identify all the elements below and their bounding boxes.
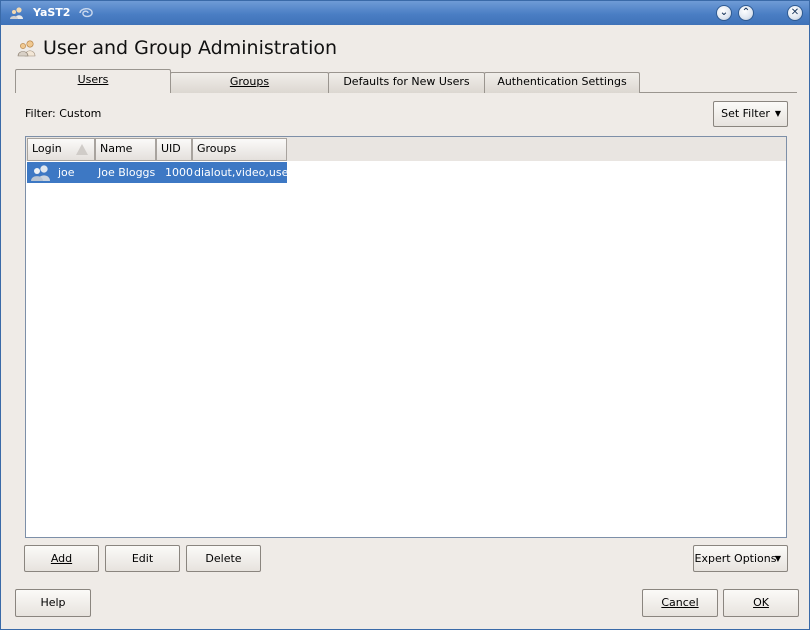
edit-label: Edit (131, 552, 154, 565)
help-label: Help (40, 596, 66, 609)
users-icon (31, 165, 50, 181)
cell-login: joe (58, 166, 75, 179)
close-button[interactable]: ✕ (787, 5, 803, 21)
add-label: Add (50, 552, 73, 565)
set-filter-label: Set Filter (721, 107, 770, 120)
tab-users[interactable]: Users (15, 69, 171, 93)
tab-defaults-for-new-users[interactable]: Defaults for New Users (328, 72, 485, 93)
edit-button[interactable]: Edit (105, 545, 180, 572)
dropdown-arrow-icon: ▼ (774, 554, 781, 563)
yast-app-icon (10, 7, 23, 19)
minimize-button[interactable]: ⌄ (716, 5, 732, 21)
cell-uid: 1000 (165, 166, 193, 179)
set-filter-button[interactable]: Set Filter ▼ (713, 101, 788, 127)
cancel-button[interactable]: Cancel (642, 589, 718, 617)
table-row[interactable]: joe Joe Bloggs 1000 dialout,video,users (27, 162, 299, 183)
column-groups-label: Groups (197, 142, 237, 155)
column-header-groups[interactable]: Groups (192, 138, 287, 161)
delete-button[interactable]: Delete (186, 545, 261, 572)
column-header-name[interactable]: Name (95, 138, 156, 161)
column-header-login[interactable]: Login (27, 138, 95, 161)
tab-groups[interactable]: Groups (170, 72, 329, 93)
dropdown-arrow-icon: ▼ (774, 109, 781, 118)
column-uid-label: UID (161, 142, 181, 155)
tab-users-label: Users (77, 73, 109, 86)
tab-authentication-settings[interactable]: Authentication Settings (484, 72, 640, 93)
yast-window: YaST2 ⌄ ⌃ ✕ User and Group Administratio… (0, 0, 810, 630)
tab-auth-label: Authentication Settings (497, 75, 627, 88)
column-header-uid[interactable]: UID (156, 138, 192, 161)
help-button[interactable]: Help (15, 589, 91, 617)
tab-defaults-label: Defaults for New Users (343, 75, 470, 88)
column-login-label: Login (32, 142, 62, 155)
add-button[interactable]: Add (24, 545, 99, 572)
expert-options-button[interactable]: Expert Options ▼ (693, 545, 788, 572)
ok-label: OK (753, 596, 769, 609)
cancel-label: Cancel (661, 596, 699, 609)
expert-options-label: Expert Options (694, 552, 777, 565)
maximize-button[interactable]: ⌃ (738, 5, 754, 21)
cell-name: Joe Bloggs (98, 166, 156, 179)
delete-label: Delete (205, 552, 242, 565)
tab-groups-label: Groups (229, 75, 270, 88)
cell-groups: dialout,video,users (194, 166, 299, 179)
users-groups-icon (17, 40, 36, 57)
window-title: YaST2 (33, 6, 71, 19)
users-table[interactable]: Login Name UID Groups joe Joe Bloggs 100… (25, 136, 787, 538)
swirl-icon (79, 8, 93, 18)
page-title: User and Group Administration (43, 37, 338, 59)
ok-button[interactable]: OK (723, 589, 799, 617)
filter-label: Filter: Custom (25, 107, 102, 120)
sort-ascending-icon (76, 144, 88, 155)
column-name-label: Name (100, 142, 133, 155)
title-bar[interactable]: YaST2 ⌄ ⌃ ✕ (1, 1, 809, 25)
